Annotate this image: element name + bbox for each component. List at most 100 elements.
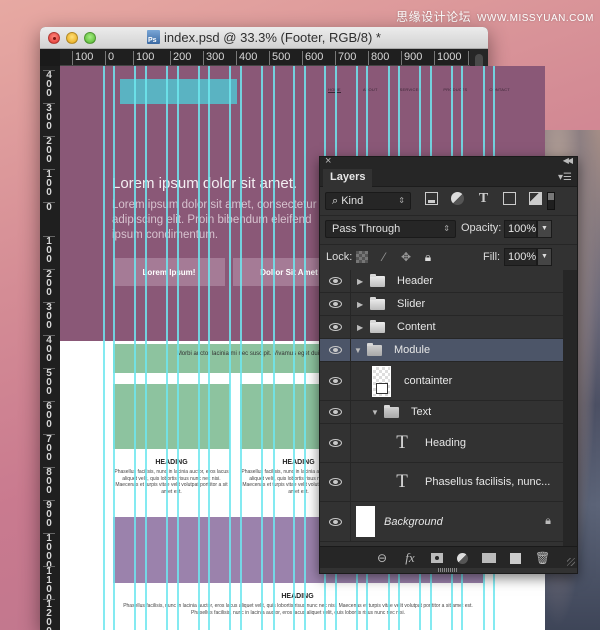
guide-line[interactable] xyxy=(113,66,115,630)
guide-line[interactable] xyxy=(293,66,295,630)
lock-image-pixels-icon[interactable]: ⁄ xyxy=(378,251,390,263)
watermark-url: WWW.MISSYUAN.COM xyxy=(477,13,594,24)
guide-line[interactable] xyxy=(208,66,210,630)
layer-row-text-group[interactable]: ▼ Text xyxy=(320,401,563,424)
panel-resize-grip[interactable] xyxy=(438,568,458,572)
close-panel-icon[interactable]: × xyxy=(325,155,331,167)
layer-row-content[interactable]: ▶ Content xyxy=(320,316,563,339)
lock-all-icon[interactable]: 🔒︎ xyxy=(422,251,434,263)
visibility-eye-icon[interactable] xyxy=(328,377,342,385)
guide-line[interactable] xyxy=(304,66,306,630)
opacity-dropdown-button[interactable]: ▼ xyxy=(537,220,552,238)
add-mask-icon[interactable] xyxy=(431,553,443,563)
ruler-tick-label: 2 0 0 xyxy=(43,136,55,165)
layer-name: Heading xyxy=(425,437,466,449)
guide-line[interactable] xyxy=(273,66,275,630)
folder-open-icon xyxy=(384,404,399,418)
guide-line[interactable] xyxy=(198,66,200,630)
filter-adjustment-icon[interactable] xyxy=(451,192,464,205)
fill-input[interactable]: 100% xyxy=(504,248,537,266)
ruler-tick-label: 8 0 0 xyxy=(43,467,55,496)
fill-dropdown-button[interactable]: ▼ xyxy=(537,248,552,266)
expand-triangle-icon[interactable]: ▶ xyxy=(357,300,365,309)
ruler-tick-label: 9 0 0 xyxy=(43,500,55,529)
filter-pixel-icon[interactable] xyxy=(425,192,438,205)
title-bar[interactable]: index.psd @ 33.3% (Footer, RGB/8) * xyxy=(40,27,488,49)
layer-row-background[interactable]: Background 🔒︎ xyxy=(320,502,563,542)
new-adjustment-layer-icon[interactable] xyxy=(457,552,468,564)
ruler-tick-label: 4 0 0 xyxy=(43,335,55,364)
ruler-tick-label: 1 1 0 0 xyxy=(43,566,55,604)
photoshop-file-icon xyxy=(147,30,161,44)
expand-triangle-icon[interactable]: ▶ xyxy=(357,277,365,286)
layer-row-phasellus[interactable]: T Phasellus facilisis, nunc... xyxy=(320,463,563,502)
guide-line[interactable] xyxy=(103,66,105,630)
guide-line[interactable] xyxy=(177,66,179,630)
collapse-triangle-icon[interactable]: ▼ xyxy=(371,408,379,417)
ruler-tick-label: 100 xyxy=(72,51,93,65)
filter-shape-icon[interactable] xyxy=(503,192,516,205)
expand-triangle-icon[interactable]: ▶ xyxy=(357,323,365,332)
watermark-cn: 思缘设计论坛 xyxy=(396,10,472,24)
layer-row-heading[interactable]: T Heading xyxy=(320,424,563,463)
lock-transparent-pixels-icon[interactable] xyxy=(356,251,368,263)
collapse-triangle-icon[interactable]: ▼ xyxy=(354,346,362,355)
layer-name: containter xyxy=(404,375,453,387)
visibility-eye-icon[interactable] xyxy=(328,346,342,354)
guide-line[interactable] xyxy=(261,66,263,630)
layer-row-header[interactable]: ▶ Header xyxy=(320,270,563,293)
ruler-tick-label: 7 0 0 xyxy=(43,434,55,463)
guide-line[interactable] xyxy=(229,66,231,630)
blend-mode-label: Pass Through xyxy=(332,223,401,235)
ruler-tick-label: 1 2 0 0 xyxy=(43,599,55,630)
panel-header[interactable]: × ◀◀ xyxy=(320,155,577,169)
module-heading: HEADING xyxy=(281,593,314,600)
ruler-tick-label: 1000 xyxy=(434,51,461,65)
filter-type-icon[interactable]: T xyxy=(477,192,490,206)
filter-kind-select[interactable]: ⌕ Kind ⇕ xyxy=(325,192,411,210)
visibility-eye-icon[interactable] xyxy=(328,517,342,526)
ruler-tick-label: 2 0 0 xyxy=(43,269,55,298)
card-text-1: Phasellus facilisis, nunc in lacinia auc… xyxy=(114,469,229,495)
ruler-tick-label: 700 xyxy=(335,51,356,65)
opacity-input[interactable]: 100% xyxy=(504,220,537,238)
nav-products: PRODUCTS xyxy=(443,87,468,92)
layer-row-slider[interactable]: ▶ Slider xyxy=(320,293,563,316)
new-layer-icon[interactable] xyxy=(510,552,521,564)
guide-line[interactable] xyxy=(166,66,168,630)
visibility-eye-icon[interactable] xyxy=(328,439,342,447)
tab-layers[interactable]: Layers xyxy=(323,169,373,187)
visibility-eye-icon[interactable] xyxy=(328,300,342,308)
blend-mode-select[interactable]: Pass Through ⇕ xyxy=(325,220,456,238)
visibility-eye-icon[interactable] xyxy=(328,277,342,285)
guide-line[interactable] xyxy=(134,66,136,630)
vertical-ruler[interactable]: 4 0 0 3 0 0 2 0 0 1 0 0 0 1 0 0 2 0 0 3 0 0 4 0 … xyxy=(40,66,60,630)
layer-row-containter[interactable]: containter xyxy=(320,362,563,401)
ruler-tick-label: 400 xyxy=(236,51,257,65)
layer-row-module[interactable]: ▼ Module xyxy=(320,339,563,362)
layer-lock-icon: 🔒︎ xyxy=(545,515,551,527)
horizontal-ruler[interactable]: 1000100200300400500600700800900100011001… xyxy=(60,49,488,66)
panel-resize-handle[interactable] xyxy=(567,558,575,566)
ruler-tick-label: 4 0 0 xyxy=(43,70,55,99)
guide-line[interactable] xyxy=(240,66,242,630)
select-arrows-icon: ⇕ xyxy=(398,196,405,205)
collapse-panel-icon[interactable]: ◀◀ xyxy=(563,156,573,165)
layers-scrollbar[interactable] xyxy=(563,270,577,546)
guide-line[interactable] xyxy=(145,66,147,630)
link-layers-icon[interactable]: ⊖ xyxy=(375,551,389,565)
lock-position-icon[interactable]: ✥ xyxy=(400,251,412,263)
new-group-icon[interactable] xyxy=(482,553,496,563)
visibility-eye-icon[interactable] xyxy=(328,323,342,331)
delete-layer-icon[interactable]: 🗑︎ xyxy=(535,551,550,565)
visibility-eye-icon[interactable] xyxy=(328,478,342,486)
filter-toggle[interactable] xyxy=(547,192,555,210)
layer-style-fx-icon[interactable]: fx xyxy=(403,550,417,566)
panel-menu-icon[interactable]: ▾☰ xyxy=(558,172,572,183)
visibility-eye-icon[interactable] xyxy=(328,408,342,416)
filter-smart-object-icon[interactable] xyxy=(529,192,542,205)
hero-title: Lorem ipsum dolor sit amet. xyxy=(112,175,298,192)
module-text: Phasellus facilisis, nunc in lacinia auc… xyxy=(123,603,473,616)
layers-panel: × ◀◀ Layers ▾☰ ⌕ Kind ⇕ T Pass Through ⇕ O… xyxy=(319,155,578,574)
ruler-origin[interactable] xyxy=(40,49,60,66)
